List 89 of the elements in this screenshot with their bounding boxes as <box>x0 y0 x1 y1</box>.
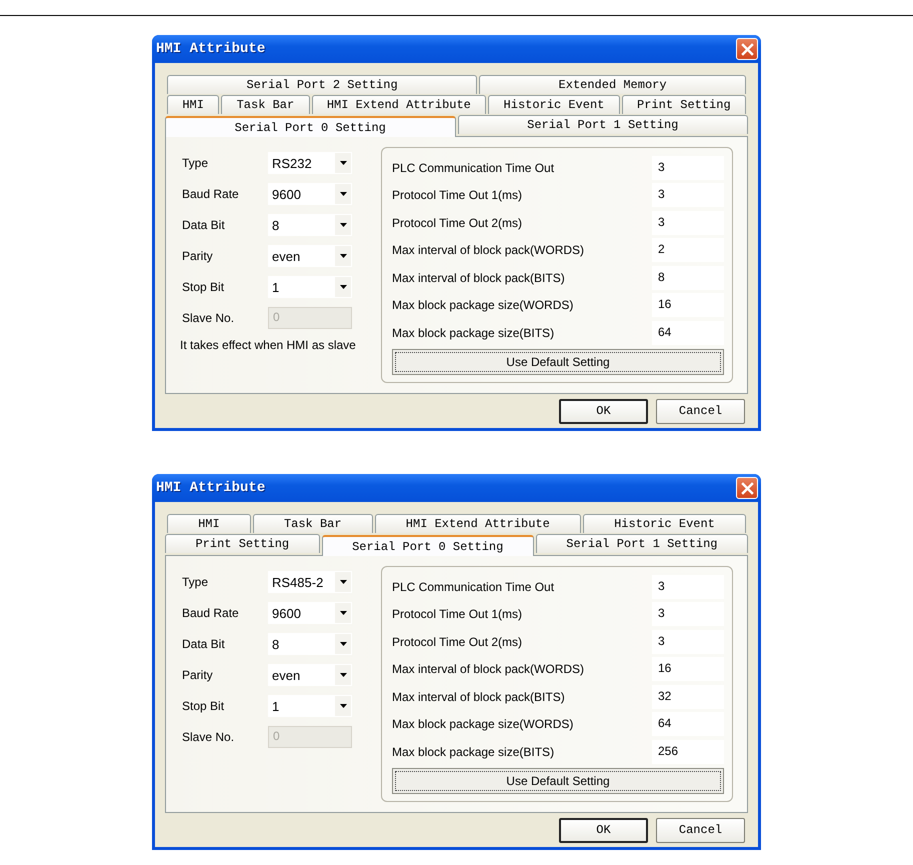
close-icon <box>740 42 754 56</box>
dialog-button[interactable]: OK <box>559 818 648 842</box>
caret-icon <box>340 580 346 584</box>
tab[interactable]: Serial Port 2 Setting <box>167 75 478 94</box>
param-label: PLC Communication Time Out <box>392 580 554 594</box>
tab[interactable]: Serial Port 0 Setting <box>322 535 534 556</box>
input-field[interactable]: 8 <box>652 266 724 290</box>
field-label: Baud Rate <box>182 606 240 620</box>
tab[interactable]: Serial Port 0 Setting <box>165 116 456 137</box>
field-label: Data Bit <box>182 218 226 232</box>
dialog-button[interactable]: OK <box>559 398 648 424</box>
dropdown[interactable]: 9600 <box>268 602 352 624</box>
caret-icon <box>340 673 346 677</box>
close-icon <box>740 482 754 494</box>
caret-icon <box>340 704 346 708</box>
param-label: Protocol Time Out 2(ms) <box>392 216 522 230</box>
field-label: Type <box>182 156 210 170</box>
param-label: Max block package size(BITS) <box>392 326 554 340</box>
caret-icon <box>340 223 346 227</box>
param-label: Protocol Time Out 2(ms) <box>392 634 522 648</box>
input-field[interactable]: 2 <box>652 238 724 262</box>
field-label: Stop Bit <box>182 280 226 294</box>
param-label: Protocol Time Out 1(ms) <box>392 607 522 621</box>
field-label: Data Bit <box>182 637 226 651</box>
window-title: HMI Attribute <box>156 480 266 496</box>
param-label: Max block package size(WORDS) <box>392 717 574 731</box>
close-button[interactable] <box>736 38 758 60</box>
input-field[interactable]: 64 <box>652 712 724 736</box>
param-label: Protocol Time Out 1(ms) <box>392 188 522 202</box>
tab[interactable]: Print Setting <box>622 95 746 114</box>
tab[interactable]: Serial Port 1 Setting <box>536 534 748 553</box>
input-field[interactable]: 3 <box>652 602 724 626</box>
param-label: Max interval of block pack(BITS) <box>392 690 565 704</box>
tab[interactable]: HMI <box>167 95 220 114</box>
input-field[interactable]: 3 <box>652 183 724 207</box>
input-field[interactable]: 32 <box>652 684 724 708</box>
input-field[interactable]: 3 <box>652 210 724 234</box>
dropdown[interactable]: 1 <box>268 276 352 298</box>
param-label: Max interval of block pack(WORDS) <box>392 662 584 676</box>
tab[interactable]: HMI <box>167 514 251 533</box>
caret-icon <box>340 161 346 165</box>
field-label: Type <box>182 575 210 589</box>
param-label: Max interval of block pack(BITS) <box>392 270 565 284</box>
input-field[interactable]: 3 <box>652 156 724 180</box>
tab[interactable]: Historic Event <box>488 95 620 114</box>
field-label: Parity <box>182 668 214 682</box>
dropdown[interactable]: 8 <box>268 633 352 655</box>
caret-icon <box>340 611 346 615</box>
input-field[interactable]: 16 <box>652 657 724 681</box>
dropdown[interactable]: 1 <box>268 695 352 717</box>
tab[interactable]: Extended Memory <box>479 75 746 94</box>
param-label: PLC Communication Time Out <box>392 160 554 174</box>
tab[interactable]: HMI Extend Attribute <box>312 95 486 114</box>
default-setting-button[interactable]: Use Default Setting <box>392 348 724 374</box>
field-label: Stop Bit <box>182 699 226 713</box>
tab[interactable]: HMI Extend Attribute <box>374 514 581 533</box>
dialog-button[interactable]: Cancel <box>656 398 745 424</box>
window-title: HMI Attribute <box>156 41 266 57</box>
tab[interactable]: Task Bar <box>221 95 310 114</box>
tab[interactable]: Historic Event <box>582 514 746 533</box>
tab[interactable]: Print Setting <box>165 534 320 553</box>
caret-icon <box>340 192 346 196</box>
field-label: Slave No. <box>182 730 236 744</box>
dropdown[interactable]: RS232 <box>268 152 352 174</box>
dropdown[interactable]: 8 <box>268 214 352 236</box>
default-setting-button[interactable]: Use Default Setting <box>392 768 724 794</box>
dropdown[interactable]: even <box>268 245 352 267</box>
dropdown[interactable]: RS485-2 <box>268 571 352 593</box>
dropdown[interactable]: even <box>268 664 352 686</box>
tab[interactable]: Serial Port 1 Setting <box>458 115 748 134</box>
tab[interactable]: Task Bar <box>252 514 373 533</box>
input-field[interactable]: 3 <box>652 574 724 598</box>
param-label: Max block package size(BITS) <box>392 744 554 758</box>
dropdown[interactable]: 9600 <box>268 183 352 205</box>
caret-icon <box>340 642 346 646</box>
close-button[interactable] <box>736 477 758 499</box>
caret-icon <box>340 254 346 258</box>
input-field[interactable]: 64 <box>652 320 724 344</box>
input-field[interactable]: 16 <box>652 293 724 317</box>
param-label: Max interval of block pack(WORDS) <box>392 243 584 257</box>
input-field[interactable]: 256 <box>652 740 724 764</box>
caret-icon <box>340 285 346 289</box>
input-field[interactable]: 3 <box>652 630 724 654</box>
note-text: It takes effect when HMI as slave <box>180 338 357 353</box>
param-label: Max block package size(WORDS) <box>392 298 574 312</box>
field-label: Slave No. <box>182 311 236 325</box>
field-label: Parity <box>182 249 214 263</box>
field-label: Baud Rate <box>182 187 240 201</box>
dialog-button[interactable]: Cancel <box>656 818 745 842</box>
